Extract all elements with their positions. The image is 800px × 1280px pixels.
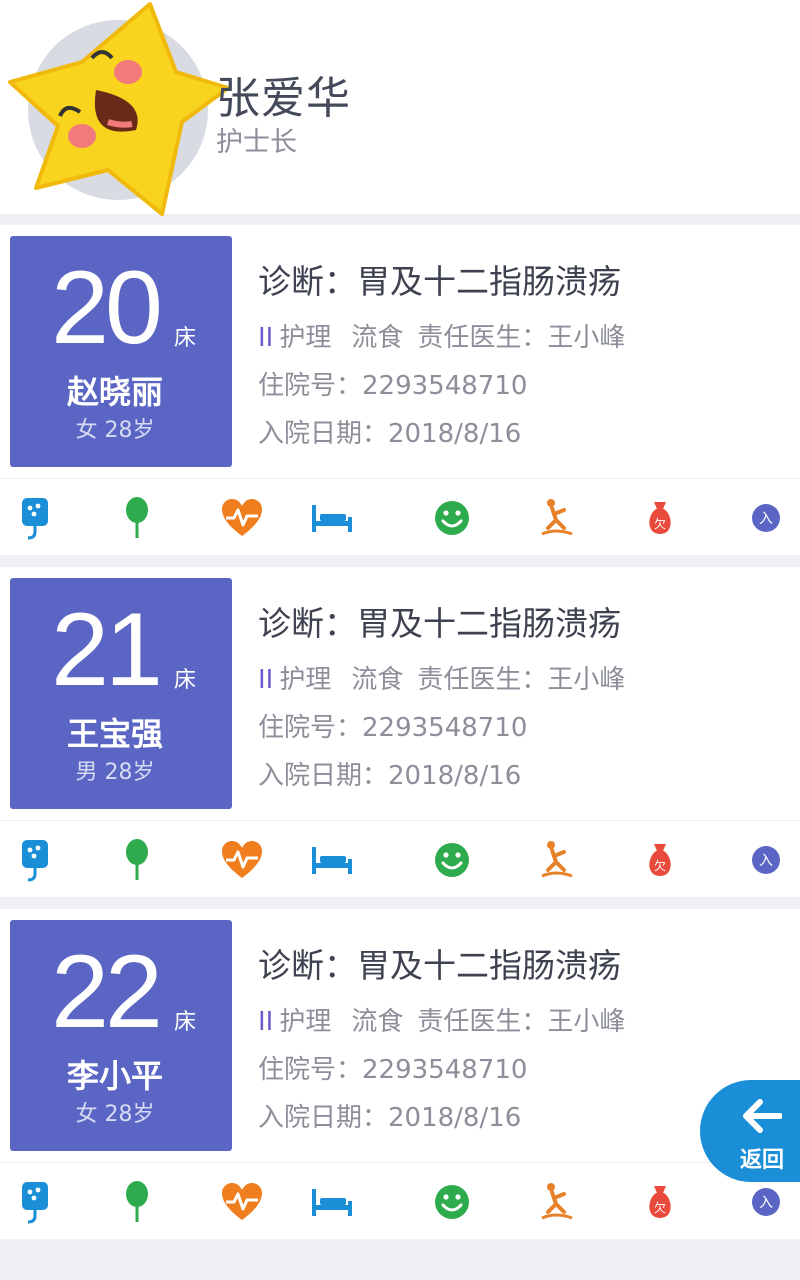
admission-date: 入院日期：2018/8/16 bbox=[258, 1103, 522, 1133]
admission-icon[interactable]: 入 bbox=[736, 821, 796, 898]
back-button[interactable]: 返回 bbox=[700, 1080, 800, 1182]
admission-number: 住院号：2293548710 bbox=[258, 1055, 528, 1085]
care-line: II 护理 流食 责任医生：王小峰 bbox=[258, 317, 625, 354]
diagnosis: 诊断：胃及十二指肠溃疡 bbox=[258, 262, 621, 301]
pin-marker-icon[interactable] bbox=[107, 821, 167, 898]
patient-gender-age: 女 28岁 bbox=[75, 1102, 155, 1127]
svg-text:入: 入 bbox=[759, 511, 773, 527]
doctor: 责任医生：王小峰 bbox=[417, 665, 626, 695]
bed-number: 22 bbox=[51, 934, 163, 1050]
iv-drip-icon[interactable] bbox=[6, 1163, 66, 1240]
svg-text:欠: 欠 bbox=[654, 1200, 666, 1215]
arrears-bag-icon[interactable]: 欠 bbox=[630, 821, 690, 898]
care-level: II bbox=[258, 323, 274, 353]
admission-number: 住院号：2293548710 bbox=[258, 371, 528, 401]
fall-risk-icon[interactable] bbox=[526, 479, 586, 556]
pin-marker-icon[interactable] bbox=[107, 1163, 167, 1240]
smile-icon[interactable] bbox=[422, 479, 482, 556]
pin-marker-icon[interactable] bbox=[107, 479, 167, 556]
fall-risk-icon[interactable] bbox=[526, 821, 586, 898]
care-level: II bbox=[258, 665, 274, 695]
heart-rate-icon[interactable] bbox=[212, 1163, 272, 1240]
patient-name: 王宝强 bbox=[66, 715, 163, 753]
diet: 流食 bbox=[351, 665, 404, 695]
bed-unit: 床 bbox=[174, 326, 197, 351]
svg-text:欠: 欠 bbox=[654, 516, 666, 531]
nurse-title: 护士长 bbox=[216, 127, 297, 158]
care-label: 护理 bbox=[279, 1007, 332, 1037]
patient-card[interactable]: 20 床 赵晓丽 女 28岁 诊断：胃及十二指肠溃疡 II 护理 流食 责任医生：王小… bbox=[0, 225, 800, 555]
smile-icon[interactable] bbox=[422, 821, 482, 898]
bed-icon[interactable] bbox=[302, 1163, 362, 1240]
diagnosis: 诊断：胃及十二指肠溃疡 bbox=[258, 946, 621, 985]
admission-date: 入院日期：2018/8/16 bbox=[258, 761, 522, 791]
status-icon-row: 欠入 bbox=[0, 478, 800, 556]
patient-gender-age: 男 28岁 bbox=[75, 760, 155, 785]
patient-name: 李小平 bbox=[66, 1057, 163, 1095]
patient-card[interactable]: 21 床 王宝强 男 28岁 诊断：胃及十二指肠溃疡 II 护理 流食 责任医生：王小… bbox=[0, 567, 800, 897]
iv-drip-icon[interactable] bbox=[6, 479, 66, 556]
nurse-name: 张爱华 bbox=[216, 73, 351, 124]
bed-badge: 20 床 赵晓丽 女 28岁 bbox=[10, 236, 232, 467]
arrears-bag-icon[interactable]: 欠 bbox=[630, 1163, 690, 1240]
care-label: 护理 bbox=[279, 323, 332, 353]
diet: 流食 bbox=[351, 323, 404, 353]
nurse-header: 张爱华 护士长 bbox=[0, 0, 800, 216]
care-level: II bbox=[258, 1007, 274, 1037]
bed-badge: 22 床 李小平 女 28岁 bbox=[10, 920, 232, 1151]
heart-rate-icon[interactable] bbox=[212, 821, 272, 898]
fall-risk-icon[interactable] bbox=[526, 1163, 586, 1240]
care-line: II 护理 流食 责任医生：王小峰 bbox=[258, 659, 625, 696]
svg-text:欠: 欠 bbox=[654, 858, 666, 873]
admission-number: 住院号：2293548710 bbox=[258, 713, 528, 743]
heart-rate-icon[interactable] bbox=[212, 479, 272, 556]
arrears-bag-icon[interactable]: 欠 bbox=[630, 479, 690, 556]
status-icon-row: 欠入 bbox=[0, 1162, 800, 1240]
smile-icon[interactable] bbox=[422, 1163, 482, 1240]
iv-drip-icon[interactable] bbox=[6, 821, 66, 898]
patient-name: 赵晓丽 bbox=[66, 373, 163, 411]
back-arrow-icon bbox=[743, 1099, 782, 1133]
patient-card[interactable]: 22 床 李小平 女 28岁 诊断：胃及十二指肠溃疡 II 护理 流食 责任医生：王小… bbox=[0, 909, 800, 1239]
patient-gender-age: 女 28岁 bbox=[75, 418, 155, 443]
doctor: 责任医生：王小峰 bbox=[417, 1007, 626, 1037]
bed-unit: 床 bbox=[174, 668, 197, 693]
care-label: 护理 bbox=[279, 665, 332, 695]
star-avatar[interactable] bbox=[0, 0, 230, 220]
svg-text:入: 入 bbox=[759, 853, 773, 869]
bed-icon[interactable] bbox=[302, 479, 362, 556]
diet: 流食 bbox=[351, 1007, 404, 1037]
admission-date: 入院日期：2018/8/16 bbox=[258, 419, 522, 449]
doctor: 责任医生：王小峰 bbox=[417, 323, 626, 353]
admission-icon[interactable]: 入 bbox=[736, 479, 796, 556]
back-label: 返回 bbox=[740, 1148, 785, 1173]
bed-unit: 床 bbox=[174, 1010, 197, 1035]
bed-badge: 21 床 王宝强 男 28岁 bbox=[10, 578, 232, 809]
status-icon-row: 欠入 bbox=[0, 820, 800, 898]
bed-icon[interactable] bbox=[302, 821, 362, 898]
svg-text:入: 入 bbox=[759, 1195, 773, 1211]
diagnosis: 诊断：胃及十二指肠溃疡 bbox=[258, 604, 621, 643]
care-line: II 护理 流食 责任医生：王小峰 bbox=[258, 1001, 625, 1038]
bed-number: 21 bbox=[51, 592, 163, 708]
bed-number: 20 bbox=[51, 250, 163, 366]
